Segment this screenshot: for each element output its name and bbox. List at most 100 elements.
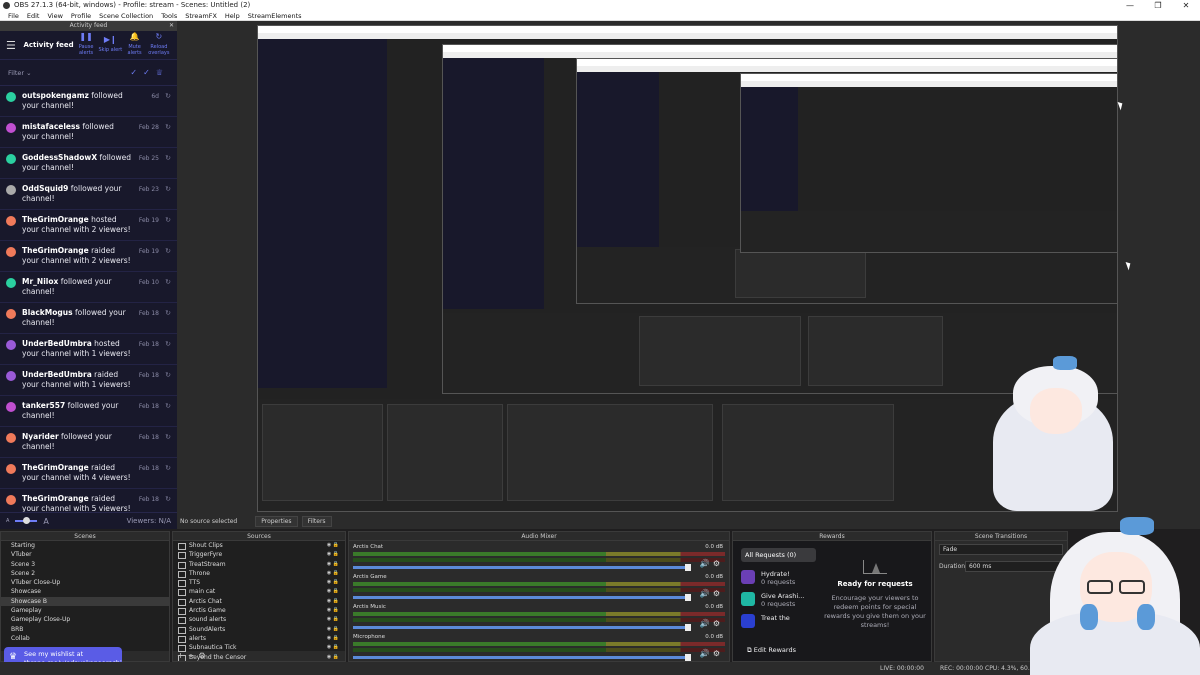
source-item[interactable]: Arctis Game (173, 606, 345, 616)
properties-button[interactable]: Properties (255, 515, 298, 527)
scene-item[interactable]: VTuber Close-Up (1, 578, 169, 587)
font-large-icon[interactable]: A (43, 517, 48, 526)
replay-icon[interactable]: ↻ (159, 433, 171, 441)
scene-item[interactable]: Showcase B (1, 596, 169, 607)
scene-item[interactable]: Collab (1, 634, 169, 643)
activity-item[interactable]: TheGrimOrange raided your channel with 2… (0, 241, 177, 272)
scene-item[interactable]: Gameplay (1, 606, 169, 615)
gear-icon[interactable]: ⚙ (713, 619, 723, 628)
menu-tools[interactable]: Tools (157, 11, 181, 20)
speaker-icon[interactable]: 🔊 (700, 559, 713, 568)
activity-item[interactable]: Nyarider followed your channel! Feb 18 ↻ (0, 427, 177, 458)
mute-alerts-button[interactable]: 🔔 Mute alerts (122, 33, 146, 57)
menu-edit[interactable]: Edit (23, 11, 44, 20)
scene-item[interactable]: Scene 3 (1, 560, 169, 569)
all-requests-button[interactable]: All Requests (0) (741, 548, 816, 562)
font-small-icon[interactable]: A (6, 518, 9, 524)
activity-item[interactable]: TheGrimOrange raided your channel with 4… (0, 458, 177, 489)
check-all-icon[interactable]: ✓✓ (130, 68, 155, 77)
speaker-icon[interactable]: 🔊 (700, 649, 713, 658)
reward-item[interactable]: Give Arashi... 0 requests (741, 592, 816, 608)
speaker-icon[interactable]: 🔊 (700, 589, 713, 598)
replay-icon[interactable]: ↻ (159, 309, 171, 317)
menu-view[interactable]: View (43, 11, 66, 20)
scene-item[interactable]: VTuber (1, 550, 169, 559)
font-size-slider[interactable] (15, 517, 38, 524)
replay-icon[interactable]: ↻ (159, 340, 171, 348)
chevron-down-icon[interactable]: ⌄ (24, 69, 31, 77)
activity-item[interactable]: GoddessShadowX followed your channel! Feb… (0, 148, 177, 179)
activity-item[interactable]: UnderBedUmbra hosted your channel with 1… (0, 334, 177, 365)
source-item[interactable]: TreatStream (173, 560, 345, 569)
gear-icon[interactable]: ⚙ (713, 589, 723, 598)
volume-slider[interactable] (353, 624, 691, 631)
activity-dock-titlebar[interactable]: Activity feed ✕ (0, 21, 177, 31)
scene-item[interactable]: Starting (1, 541, 169, 550)
scene-item[interactable]: Scene 2 (1, 569, 169, 578)
source-item[interactable]: main cat (173, 587, 345, 597)
volume-slider[interactable] (353, 564, 691, 571)
crown-icon[interactable]: ♕ (156, 68, 169, 77)
scene-item[interactable]: Showcase (1, 587, 169, 596)
filters-button[interactable]: Filters (301, 515, 332, 527)
activity-item[interactable]: tanker557 followed your channel! Feb 18 ↻ (0, 396, 177, 427)
replay-icon[interactable]: ↻ (159, 185, 171, 193)
speaker-icon[interactable]: 🔊 (700, 619, 713, 628)
replay-icon[interactable]: ↻ (159, 154, 171, 162)
replay-icon[interactable]: ↻ (159, 216, 171, 224)
source-item[interactable]: Throne (173, 569, 345, 578)
reward-item[interactable]: Hydrate! 0 requests (741, 570, 816, 586)
replay-icon[interactable]: ↻ (159, 495, 171, 503)
source-item[interactable]: TTS (173, 578, 345, 588)
replay-icon[interactable]: ↻ (159, 278, 171, 286)
source-item[interactable]: Shout Clips (173, 541, 345, 551)
activity-item[interactable]: TheGrimOrange raided your channel with 5… (0, 489, 177, 512)
menu-profile[interactable]: Profile (67, 11, 95, 20)
menu-file[interactable]: File (4, 11, 23, 20)
skip-alert-button[interactable]: ▶❙ Skip alert (98, 36, 122, 54)
preview-canvas[interactable] (177, 21, 1200, 513)
replay-icon[interactable]: ↻ (159, 402, 171, 410)
activity-item[interactable]: OddSquid9 followed your channel! Feb 23 ↻ (0, 179, 177, 210)
menu-scene-collection[interactable]: Scene Collection (95, 11, 157, 20)
close-button[interactable]: ✕ (1172, 0, 1200, 11)
source-item[interactable]: Arctis Chat (173, 597, 345, 606)
pause-alerts-button[interactable]: ❚❚ Pause alerts (74, 33, 98, 57)
activity-item[interactable]: UnderBedUmbra raided your channel with 1… (0, 365, 177, 396)
menu-help[interactable]: Help (221, 11, 244, 20)
source-item[interactable]: sound alerts (173, 615, 345, 625)
replay-icon[interactable]: ↻ (159, 371, 171, 379)
replay-icon[interactable]: ↻ (159, 123, 171, 131)
filter-bar[interactable]: Filter ⌄ ✓✓♕ (0, 60, 177, 86)
source-item[interactable]: alerts (173, 634, 345, 644)
edit-rewards-link[interactable]: ⧉ Edit Rewards (747, 646, 796, 655)
menu-streamfx[interactable]: StreamFX (181, 11, 221, 20)
replay-icon[interactable]: ↻ (159, 464, 171, 472)
activity-item[interactable]: TheGrimOrange hosted your channel with 2… (0, 210, 177, 241)
scene-item[interactable]: BRB (1, 625, 169, 634)
gear-icon[interactable]: ⚙ (713, 649, 723, 658)
activity-item[interactable]: Mr_Nilox followed your channel! Feb 10 ↻ (0, 272, 177, 303)
maximize-button[interactable]: ❐ (1144, 0, 1172, 11)
source-item[interactable]: Beyond the Censor (173, 653, 345, 661)
scene-item[interactable]: Gameplay Close-Up (1, 615, 169, 624)
hamburger-menu-icon[interactable]: ☰ (6, 39, 23, 52)
reload-overlays-button[interactable]: ↻ Reload overlays (147, 33, 171, 57)
replay-icon[interactable]: ↻ (159, 247, 171, 255)
activity-item[interactable]: mistafaceless followed your channel! Feb … (0, 117, 177, 148)
source-item[interactable]: SoundAlerts (173, 625, 345, 634)
filter-label[interactable]: Filter (8, 69, 24, 77)
activity-item[interactable]: outspokengamz followed your channel! 6d ↻ (0, 86, 177, 117)
replay-icon[interactable]: ↻ (159, 92, 171, 100)
gear-icon[interactable]: ⚙ (713, 559, 723, 568)
activity-item[interactable]: BlackMogus followed your channel! Feb 18 ↻ (0, 303, 177, 334)
reward-item[interactable]: Treat the (741, 614, 816, 628)
volume-slider[interactable] (353, 594, 691, 601)
close-icon[interactable]: ✕ (169, 21, 174, 31)
source-item[interactable]: TriggerFyre (173, 550, 345, 560)
source-item[interactable]: Subnautica Tick (173, 643, 345, 653)
menu-streamelements[interactable]: StreamElements (244, 11, 306, 20)
minimize-button[interactable]: — (1116, 0, 1144, 11)
mixer-channel: Arctis Music 0.0 dB 🔊⚙ (349, 601, 729, 631)
volume-slider[interactable] (353, 654, 691, 661)
